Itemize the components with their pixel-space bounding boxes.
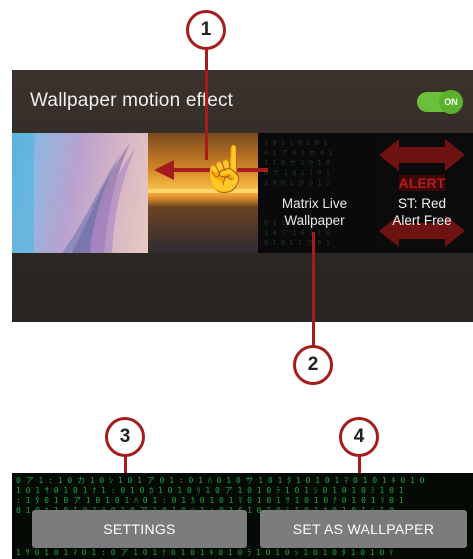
svg-text:1 0 0 1 タ 0 1 1: 1 0 0 1 タ 0 1 1 — [264, 178, 330, 187]
svg-text:0 ナ 1 0 1 1 0 1: 0 ナ 1 0 1 1 0 1 — [264, 169, 330, 177]
toggle-knob: ON — [439, 90, 463, 114]
wallpaper-thumb-red-alert[interactable]: ALERT ST: Red Alert Free — [371, 133, 473, 253]
red-alert-caption: ST: Red Alert Free — [371, 195, 473, 229]
callout-3: 3 — [105, 417, 145, 457]
matrix-caption-line1: Matrix Live — [281, 196, 348, 211]
matrix-preview-background: 0 ア 1 : 1 0 カ 1 0 ｼ 1 0 1 ア 0 1 : 0 1 ﾊ … — [12, 473, 473, 559]
wallpaper-thumb-galaxy[interactable] — [12, 133, 148, 253]
red-alert-caption-line2: Alert Free — [392, 213, 452, 228]
red-alert-art-icon: ALERT — [379, 139, 465, 247]
set-as-wallpaper-button[interactable]: SET AS WALLPAPER — [260, 510, 467, 548]
callout-2-leader — [312, 232, 315, 348]
settings-button[interactable]: SETTINGS — [32, 510, 247, 548]
svg-text:0 1 0 1 1 ラ 0 1: 0 1 0 1 1 ラ 0 1 — [264, 239, 330, 247]
callout-4: 4 — [339, 417, 379, 457]
callout-1-leader — [205, 48, 208, 160]
wave-art-icon — [12, 133, 136, 253]
panel-title: Wallpaper motion effect — [30, 90, 234, 111]
svg-text:0 1 ア 0 1 カ 0 1: 0 1 ア 0 1 カ 0 1 — [264, 149, 333, 157]
matrix-caption: Matrix Live Wallpaper — [258, 195, 371, 229]
svg-text:1 0 1 1 0 1 0 1: 1 0 1 1 0 1 0 1 — [264, 139, 327, 147]
svg-text:1 0 マ 1 0 1 1 0: 1 0 マ 1 0 1 1 0 — [264, 229, 330, 237]
svg-text:1 ｻ 0 1 0 1 ﾏ 0 1 : 0 ア 1 0 1: 1 ｻ 0 1 0 1 ﾏ 0 1 : 0 ア 1 0 1 ﾅ 0 1 0 1 … — [16, 548, 393, 557]
svg-text:: 1 ﾀ 0 1 0 ア 1 0 1 0 1 ﾊ 0 1: : 1 ﾀ 0 1 0 ア 1 0 1 0 1 ﾊ 0 1 : 0 1 ｶ 0 … — [16, 496, 404, 505]
svg-text:1 1 0 サ 1 0 1 0: 1 1 0 サ 1 0 1 0 — [264, 159, 330, 167]
svg-text:0 ア 1 : 1 0 カ 1 0 ｼ 1 0 1 ア 0: 0 ア 1 : 1 0 カ 1 0 ｼ 1 0 1 ア 0 1 : 0 1 ﾊ … — [16, 476, 425, 485]
motion-effect-toggle[interactable]: ON — [417, 90, 463, 114]
wallpaper-panel: Wallpaper motion effect ON 1 0 1 1 0 1 0… — [12, 70, 473, 322]
red-alert-caption-line1: ST: Red — [397, 196, 447, 211]
svg-text:1 0 1 ｻ 0 1 0 1 ﾅ 1 : 0 1 0 ｶ: 1 0 1 ｻ 0 1 0 1 ﾅ 1 : 0 1 0 ｶ 1 0 1 0 ﾘ … — [16, 486, 404, 495]
callout-1: 1 — [186, 10, 226, 50]
callout-2: 2 — [293, 345, 333, 385]
matrix-caption-line2: Wallpaper — [284, 213, 345, 228]
alert-badge-text: ALERT — [399, 175, 446, 191]
